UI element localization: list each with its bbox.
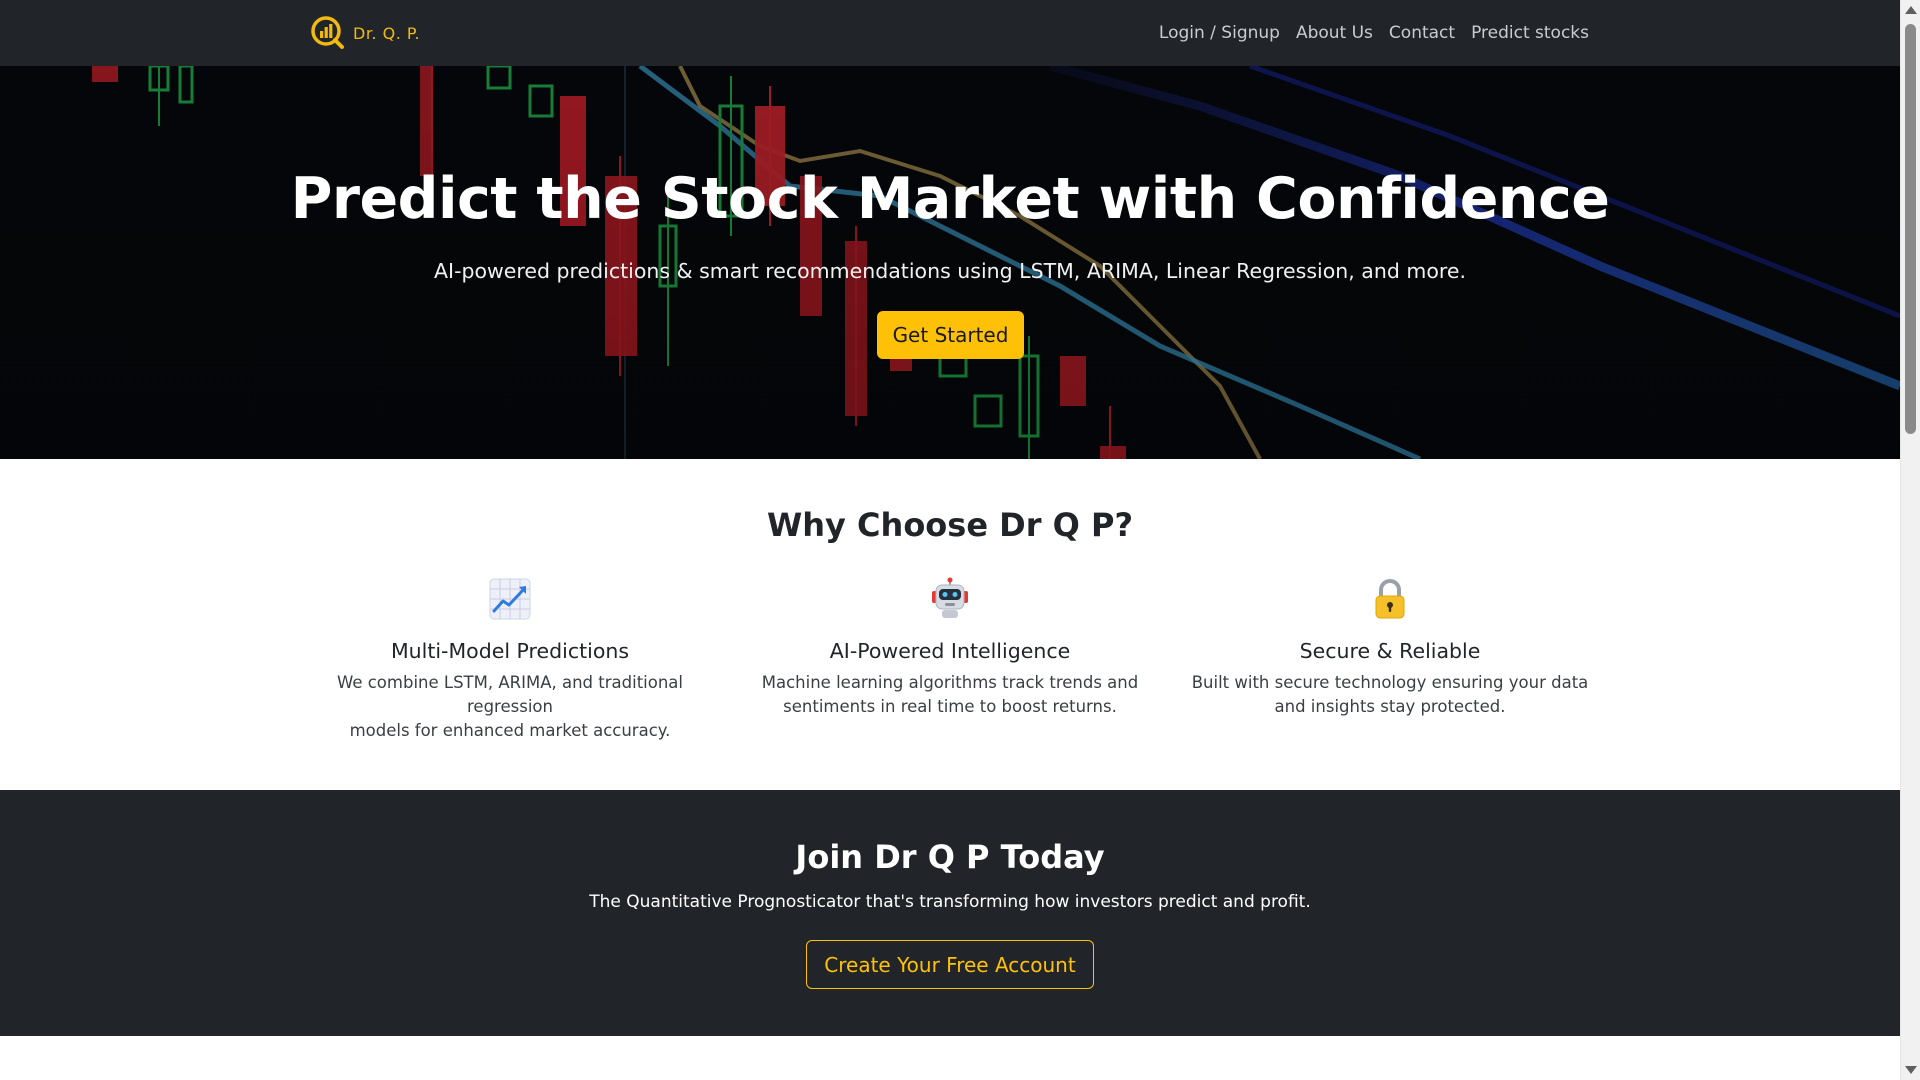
vertical-scrollbar[interactable] [1900, 0, 1920, 1080]
feature-desc-line: Machine learning algorithms track trends… [761, 673, 1139, 692]
join-section: Join Dr Q P Today The Quantitative Progn… [0, 790, 1900, 1036]
nav-about-us[interactable]: About Us [1296, 23, 1373, 43]
feature-title-multi-model: Multi-Model Predictions [390, 639, 630, 663]
brand-link[interactable]: Dr. Q. P. [309, 14, 420, 52]
nav-login-signup[interactable]: Login / Signup [1159, 23, 1280, 43]
nav-links: Login / Signup About Us Contact Predict … [1159, 0, 1589, 66]
feature-card-secure: Secure & Reliable Built with secure tech… [1180, 577, 1600, 719]
hero-subtitle: AI-powered predictions & smart recommend… [434, 259, 1466, 283]
feature-desc-secure: Built with secure technology ensuring yo… [1180, 671, 1600, 719]
robot-icon [932, 577, 968, 618]
features-section: Why Choose Dr Q P? Multi-Model Predictio… [0, 459, 1900, 790]
feature-title-secure: Secure & Reliable [1299, 639, 1481, 663]
feature-desc-line: We combine LSTM, ARIMA, and traditional … [336, 673, 683, 716]
lock-icon [1375, 579, 1405, 619]
nav-predict-stocks[interactable]: Predict stocks [1471, 23, 1589, 43]
navbar: Dr. Q. P. Login / Signup About Us Contac… [0, 0, 1900, 66]
get-started-button[interactable]: Get Started [877, 311, 1024, 359]
join-description: The Quantitative Prognosticator that's t… [589, 892, 1311, 912]
feature-desc-line: and insights stay protected. [1274, 697, 1506, 716]
hero-section: Predict the Stock Market with Confidence… [0, 66, 1900, 459]
features-title: Why Choose Dr Q P? [766, 506, 1134, 544]
scroll-down-arrow-icon[interactable] [1905, 1066, 1917, 1074]
feature-desc-line: models for enhanced market accuracy. [349, 721, 671, 740]
scroll-up-arrow-icon[interactable] [1905, 6, 1917, 14]
feature-desc-line: sentiments in real time to boost returns… [783, 697, 1117, 716]
nav-contact[interactable]: Contact [1389, 23, 1455, 43]
feature-desc-ai-powered: Machine learning algorithms track trends… [740, 671, 1160, 719]
chart-magnifier-logo-icon [311, 16, 344, 49]
feature-card-ai-powered: AI-Powered Intelligence Machine learning… [740, 577, 1160, 719]
hero-title: Predict the Stock Market with Confidence [290, 166, 1610, 232]
feature-title-ai-powered: AI-Powered Intelligence [829, 639, 1071, 663]
create-account-button[interactable]: Create Your Free Account [806, 940, 1094, 989]
feature-desc-line: Built with secure technology ensuring yo… [1191, 673, 1589, 692]
brand-name: Dr. Q. P. [353, 23, 421, 43]
feature-desc-multi-model: We combine LSTM, ARIMA, and traditional … [300, 671, 720, 743]
join-title: Join Dr Q P Today [795, 838, 1105, 876]
feature-card-multi-model: Multi-Model Predictions We combine LSTM,… [300, 577, 720, 743]
chart-increasing-icon [489, 578, 531, 620]
scrollbar-thumb[interactable] [1905, 24, 1916, 434]
page: Dr. Q. P. Login / Signup About Us Contac… [0, 0, 1920, 1080]
